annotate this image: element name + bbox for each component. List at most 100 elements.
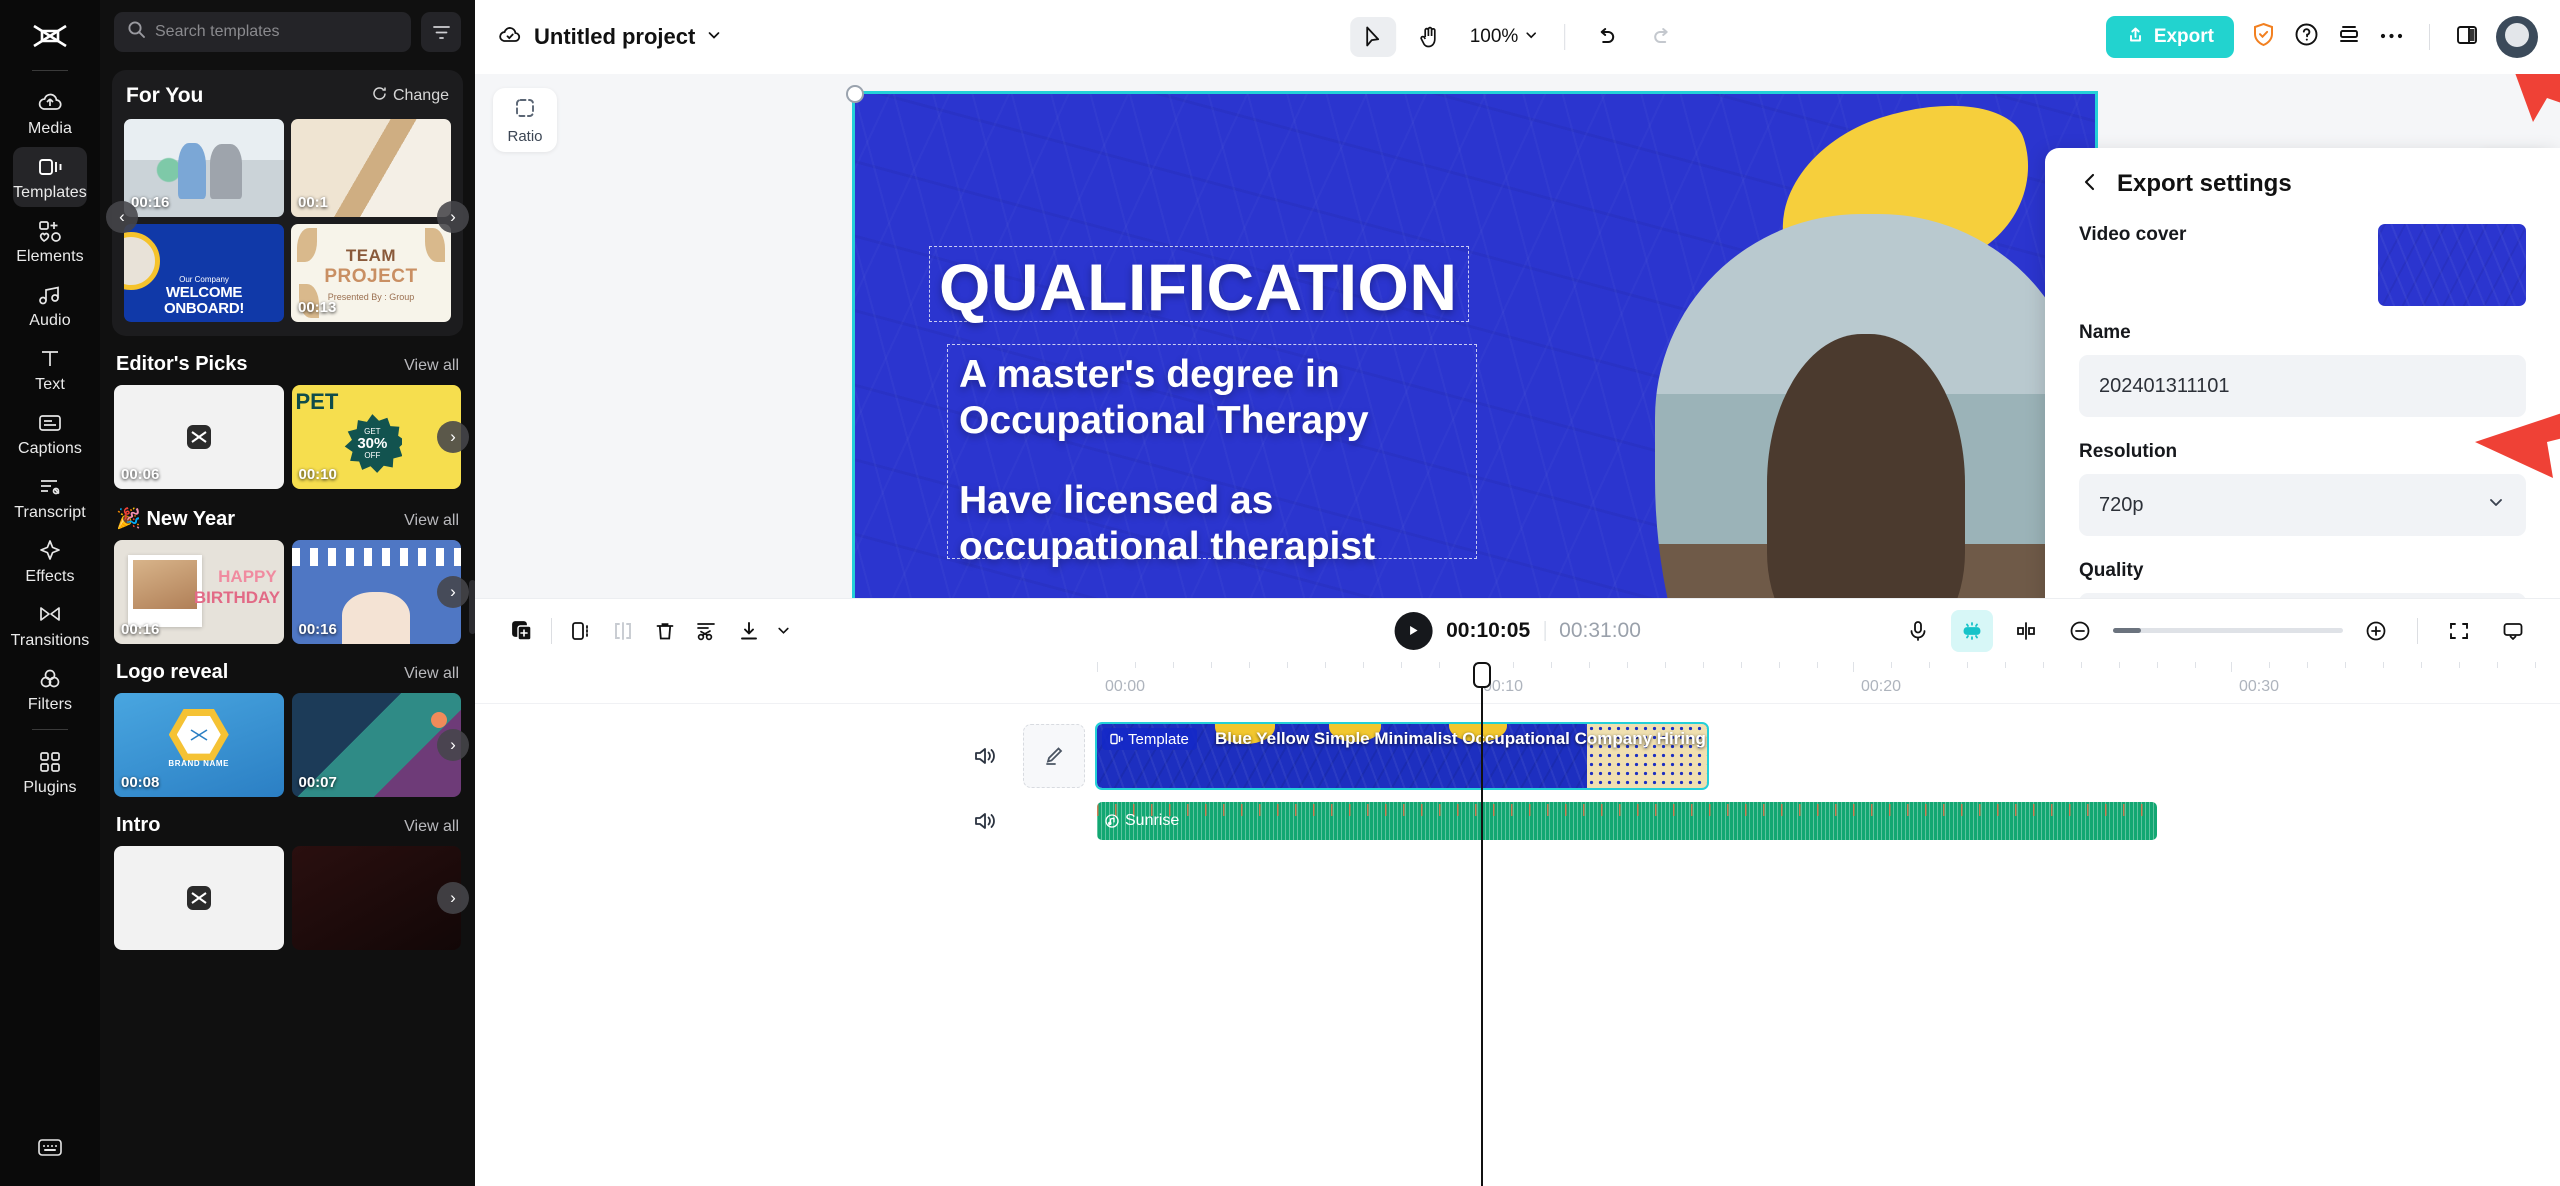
carousel-next-button[interactable]: › <box>437 882 469 914</box>
scissors-icon[interactable] <box>686 610 728 652</box>
filter-icon[interactable] <box>421 12 461 52</box>
template-thumb[interactable]: PET GET 30% OFF 00:10 <box>291 385 461 489</box>
ratio-button[interactable]: Ratio <box>493 88 557 152</box>
download-icon[interactable] <box>728 610 770 652</box>
cloud-upload-icon <box>37 90 63 116</box>
more-dots-icon[interactable] <box>2378 28 2405 46</box>
section-header-new-year: 🎉 New Year View all <box>100 489 475 540</box>
view-all-link[interactable]: View all <box>404 665 459 683</box>
canvas-handle-top-left[interactable] <box>846 85 864 103</box>
crop-brackets-icon[interactable] <box>602 610 644 652</box>
split-clip-icon[interactable] <box>560 610 602 652</box>
export-panel-header: Export settings <box>2079 170 2526 198</box>
resolution-select[interactable]: 720p <box>2079 474 2526 536</box>
name-input[interactable]: 202401311101 <box>2079 355 2526 417</box>
carousel-prev-button[interactable]: ‹ <box>106 201 138 233</box>
crop-frame-icon <box>513 96 537 124</box>
sidebar-item-effects[interactable]: Effects <box>13 531 87 591</box>
sidebar-item-media[interactable]: Media <box>13 83 87 143</box>
view-all-link[interactable]: View all <box>404 357 459 375</box>
section-row-intro: › <box>100 846 475 950</box>
quality-select[interactable]: Recommended quality <box>2079 593 2526 598</box>
transcript-icon <box>37 474 63 500</box>
total-time: 00:31:00 <box>1559 618 1641 642</box>
magic-wand-icon[interactable] <box>1951 609 1993 652</box>
text-t-icon <box>37 346 63 372</box>
search-input[interactable] <box>155 23 398 41</box>
playhead[interactable] <box>1473 662 1491 1186</box>
template-thumb[interactable] <box>114 846 284 950</box>
video-clip-name: Blue Yellow Simple Minimalist Occupation… <box>1215 729 1706 748</box>
template-thumb[interactable]: TEAM PROJECT Presented By : Group 00:13 <box>291 224 451 322</box>
avatar[interactable] <box>2496 16 2538 58</box>
sidebar-item-captions[interactable]: Captions <box>13 403 87 463</box>
trash-icon[interactable] <box>644 610 686 652</box>
copy-plus-icon[interactable] <box>501 610 543 652</box>
keyboard-shortcuts-icon[interactable] <box>36 1135 64 1164</box>
thumb-line1: BRAND NAME <box>168 758 230 768</box>
name-label: Name <box>2079 322 2131 343</box>
sidebar-item-text[interactable]: Text <box>13 339 87 399</box>
template-thumb[interactable]: BRAND NAME 00:08 <box>114 693 284 797</box>
question-circle-icon[interactable] <box>2293 21 2320 53</box>
video-canvas[interactable]: QUALIFICATION A master's degree in Occup… <box>852 91 2098 598</box>
cursor-arrow-icon[interactable] <box>1349 17 1396 57</box>
template-thumb[interactable]: Our Company WELCOME ONBOARD! <box>124 224 284 322</box>
video-track-mute-button[interactable] <box>965 744 1005 768</box>
chevron-left-icon[interactable] <box>2079 171 2101 198</box>
zoom-level-select[interactable]: 100% <box>1462 26 1547 48</box>
shield-check-icon[interactable] <box>2250 21 2277 53</box>
sidebar-item-plugins[interactable]: Plugins <box>13 742 87 802</box>
search-field-wrap[interactable] <box>114 12 411 52</box>
template-thumb[interactable]: 00:06 <box>114 385 284 489</box>
carousel-next-button[interactable]: › <box>437 201 469 233</box>
sidebar-item-transitions[interactable]: Transitions <box>11 595 89 655</box>
video-clip[interactable]: Template Blue Yellow Simple Minimalist O… <box>1095 722 1709 790</box>
zoom-slider[interactable] <box>2113 628 2343 633</box>
sidebar-item-elements[interactable]: Elements <box>13 211 87 271</box>
sidebar-item-audio[interactable]: Audio <box>13 275 87 335</box>
video-cover-thumbnail[interactable] <box>2378 224 2526 306</box>
timeline-ruler[interactable]: 00:00 00:10 00:20 00:30 00:40 00:50 <box>475 662 2560 704</box>
split-panel-icon[interactable] <box>2454 22 2480 53</box>
sidebar-item-transcript[interactable]: Transcript <box>13 467 87 527</box>
video-track-edit-button[interactable] <box>1023 724 1085 788</box>
carousel-next-button[interactable]: › <box>437 421 469 453</box>
chevron-down-icon[interactable] <box>770 610 796 652</box>
audio-clip[interactable]: Sunrise <box>1097 802 2157 840</box>
hand-icon[interactable] <box>1406 17 1452 57</box>
audio-track-mute-button[interactable] <box>965 809 1005 833</box>
template-thumb[interactable]: 00:16 <box>291 540 461 644</box>
view-all-link[interactable]: View all <box>404 512 459 530</box>
export-button[interactable]: Export <box>2105 16 2234 58</box>
view-all-link[interactable]: View all <box>404 818 459 836</box>
rail-divider <box>32 70 68 71</box>
template-thumb[interactable]: 00:16 <box>124 119 284 217</box>
stack-icon[interactable] <box>2336 22 2362 53</box>
panel-resize-handle[interactable] <box>469 580 475 634</box>
chevron-down-icon[interactable] <box>706 27 722 48</box>
templates-icon <box>37 154 64 180</box>
template-thumb[interactable]: 00:1 <box>291 119 451 217</box>
change-button[interactable]: Change <box>372 86 449 106</box>
play-button[interactable] <box>1394 611 1433 650</box>
align-center-icon[interactable] <box>2005 610 2047 652</box>
template-thumb[interactable] <box>291 846 461 950</box>
monitor-icon[interactable] <box>2492 610 2534 652</box>
microphone-icon[interactable] <box>1897 610 1939 652</box>
template-thumb[interactable]: 00:07 <box>291 693 461 797</box>
chevron-down-icon <box>2486 492 2506 518</box>
minus-circle-icon[interactable] <box>2059 610 2101 652</box>
for-you-header: For You Change <box>124 84 451 108</box>
sidebar-item-filters[interactable]: Filters <box>13 659 87 719</box>
project-title-group[interactable]: Untitled project <box>497 23 722 52</box>
section-title: 🎉 New Year <box>116 508 236 530</box>
template-thumb[interactable]: HAPPY BIRTHDAY 00:16 <box>114 540 284 644</box>
fit-screen-icon[interactable] <box>2438 610 2480 652</box>
plus-circle-icon[interactable] <box>2355 610 2397 652</box>
carousel-next-button[interactable]: › <box>437 729 469 761</box>
sidebar-item-templates[interactable]: Templates <box>13 147 87 207</box>
capcut-logo-icon[interactable] <box>23 14 77 58</box>
carousel-next-button[interactable]: › <box>437 576 469 608</box>
undo-icon[interactable] <box>1583 17 1629 57</box>
